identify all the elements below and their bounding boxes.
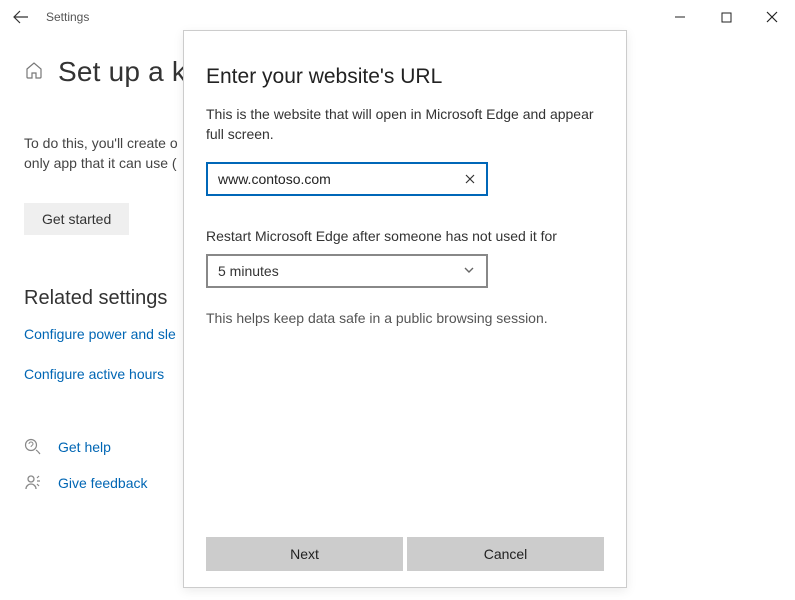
back-button[interactable]	[6, 2, 36, 32]
dialog-title: Enter your website's URL	[206, 65, 604, 89]
feedback-icon	[24, 474, 42, 492]
get-started-button[interactable]: Get started	[24, 203, 129, 235]
intro-text: To do this, you'll create o only app tha…	[24, 134, 204, 173]
url-dialog: Enter your website's URL This is the web…	[183, 30, 627, 588]
dialog-subtitle: This is the website that will open in Mi…	[206, 105, 604, 144]
chevron-down-icon	[462, 263, 476, 280]
titlebar: Settings	[0, 0, 795, 34]
page-title: Set up a k	[58, 56, 186, 88]
close-button[interactable]	[749, 1, 795, 33]
dialog-buttons: Next Cancel	[206, 537, 604, 571]
give-feedback-link: Give feedback	[58, 475, 148, 491]
clear-input-button[interactable]	[462, 171, 478, 187]
x-icon	[464, 173, 476, 185]
restart-label: Restart Microsoft Edge after someone has…	[206, 228, 604, 244]
close-icon	[766, 11, 778, 23]
timeout-value: 5 minutes	[218, 263, 279, 279]
next-button[interactable]: Next	[206, 537, 403, 571]
arrow-left-icon	[13, 9, 29, 25]
minimize-button[interactable]	[657, 1, 703, 33]
cancel-button[interactable]: Cancel	[407, 537, 604, 571]
window-title: Settings	[46, 10, 89, 24]
url-field[interactable]	[206, 162, 488, 196]
home-icon	[24, 60, 44, 85]
intro-line-2: only app that it can use (	[24, 155, 177, 171]
maximize-button[interactable]	[703, 1, 749, 33]
window-controls	[657, 1, 795, 33]
minimize-icon	[674, 11, 686, 23]
timeout-select[interactable]: 5 minutes	[206, 254, 488, 288]
get-help-link: Get help	[58, 439, 111, 455]
intro-line-1: To do this, you'll create o	[24, 135, 178, 151]
url-input[interactable]	[218, 171, 462, 187]
helper-text: This helps keep data safe in a public br…	[206, 310, 604, 326]
help-icon	[24, 438, 42, 456]
maximize-icon	[721, 12, 732, 23]
